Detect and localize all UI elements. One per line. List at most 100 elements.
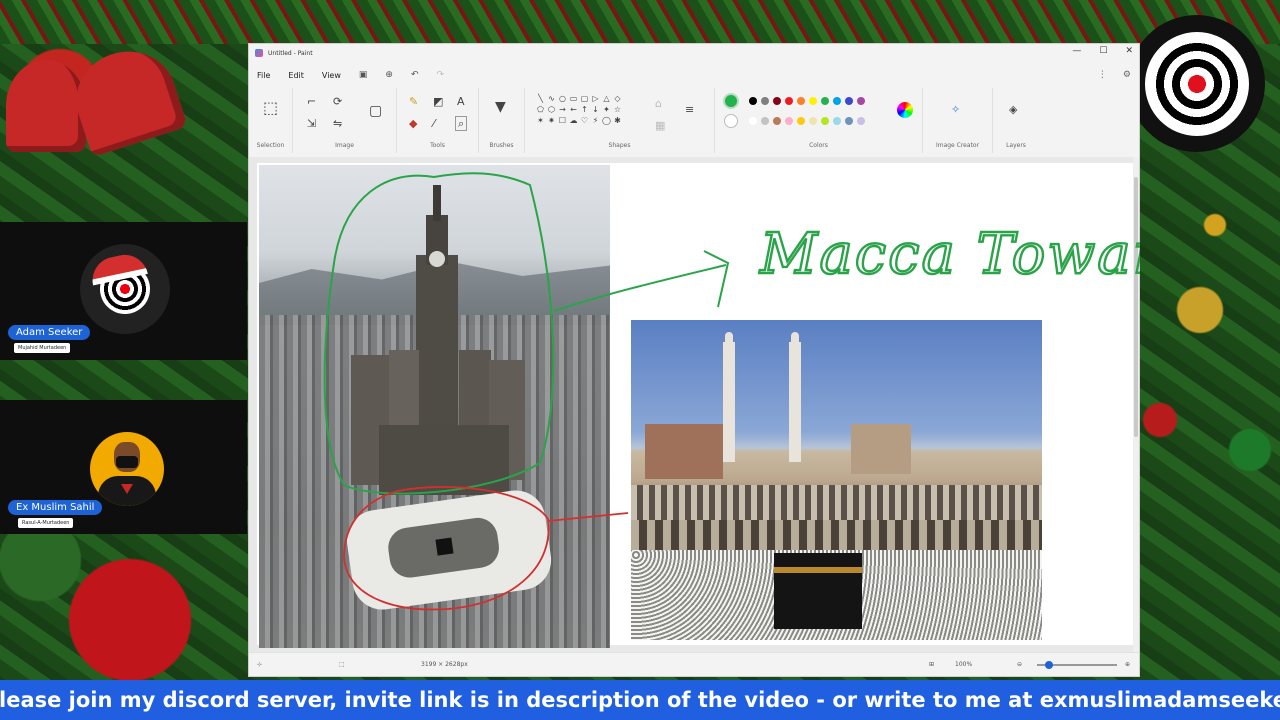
brush-icon[interactable]: ▼ (495, 100, 506, 114)
zoom-out-icon[interactable]: ⊖ (1017, 661, 1022, 668)
zoom-slider[interactable] (1037, 661, 1117, 669)
color-swatch[interactable] (857, 97, 865, 105)
color-swatch[interactable] (797, 97, 805, 105)
crop-icon[interactable]: ⌐ (307, 96, 316, 107)
zoom-level[interactable]: 100% (955, 661, 972, 668)
flip-icon[interactable]: ⇋ (333, 118, 342, 129)
status-bar: ⊹ ⬚ 3199 × 2628px ⊞ 100% ⊖ ⊕ (249, 652, 1139, 676)
canvas-dimensions: 3199 × 2628px (421, 661, 468, 668)
save-icon[interactable]: ▣ (359, 70, 368, 80)
webcam-panel-host: Adam Seeker Mujahid Murtadeen (0, 222, 247, 360)
color-swatch[interactable] (773, 97, 781, 105)
participant-name: Adam Seeker (8, 325, 91, 340)
color-swatch[interactable] (785, 117, 793, 125)
title-bar: Untitled - Paint — ☐ ✕ (249, 44, 1139, 62)
group-selection: ⬚ Selection (249, 88, 293, 153)
group-label: Image Creator (935, 142, 980, 149)
menu-edit[interactable]: Edit (288, 71, 304, 80)
maximize-button[interactable]: ☐ (1099, 46, 1107, 56)
text-tool-icon[interactable]: A (457, 96, 465, 107)
shapes-gallery[interactable]: ╲ ∿ ○ ▭ ▢ ▷ △ ◇ ⬠ ⬡ → ← ↑ ↓ ✦ ☆ ✶ ✷ ☐ ☁ ♡ ⚡ ◯ ✱ (535, 94, 623, 127)
paint-window: Untitled - Paint — ☐ ✕ File Edit View ▣ … (248, 43, 1140, 677)
selection-size-icon: ⬚ (339, 661, 345, 668)
participant-name: Ex Muslim Sahil (8, 500, 103, 515)
color-swatch[interactable] (821, 117, 829, 125)
group-image-creator: ✧ Image Creator (923, 88, 993, 153)
group-label: Tools (430, 142, 445, 149)
layers-icon[interactable]: ◈ (1009, 104, 1017, 115)
selection-rectangle-icon[interactable]: ⬚ (263, 100, 278, 116)
more-options-icon[interactable]: ⋮ (1098, 70, 1107, 80)
pointer-icon: ⊹ (257, 661, 263, 668)
participant-subtitle: Rasul-A-Murtadeen (18, 518, 74, 528)
color-swatch[interactable] (749, 97, 757, 105)
fill-icon[interactable]: ▦ (655, 120, 665, 131)
photo-aerial-clock-tower (259, 165, 610, 648)
window-title: Untitled - Paint (268, 49, 313, 57)
minimize-button[interactable]: — (1072, 46, 1081, 56)
color-swatch[interactable] (809, 117, 817, 125)
eraser-icon[interactable]: ◆ (409, 118, 417, 129)
close-button[interactable]: ✕ (1125, 46, 1133, 56)
color-swatch[interactable] (857, 117, 865, 125)
image-creator-icon[interactable]: ✧ (951, 104, 960, 115)
group-label: Selection (256, 142, 285, 149)
undo-icon[interactable]: ↶ (411, 70, 419, 80)
photo-kaaba-courtyard (631, 320, 1042, 640)
ticker-banner: lease join my discord server, invite lin… (0, 680, 1280, 720)
channel-logo (1128, 15, 1265, 152)
group-image: ⌐ ⇲ ⟳ ⇋ ▢ Image (293, 88, 397, 153)
ticker-text: lease join my discord server, invite lin… (0, 688, 1280, 712)
size-icon[interactable]: ≡ (685, 104, 694, 115)
color-swatch[interactable] (761, 97, 769, 105)
group-label: Image (335, 142, 354, 149)
fill-bucket-icon[interactable]: ◩ (433, 96, 443, 107)
vertical-scrollbar[interactable] (1133, 157, 1139, 652)
color-swatch[interactable] (761, 117, 769, 125)
target-icon (1144, 31, 1249, 136)
color-swatch[interactable] (821, 97, 829, 105)
group-label: Shapes (608, 142, 631, 149)
magnifier-icon[interactable]: ⌕ (455, 116, 468, 131)
group-shapes: ╲ ∿ ○ ▭ ▢ ▷ △ ◇ ⬠ ⬡ → ← ↑ ↓ ✦ ☆ ✶ ✷ ☐ ☁ ♡ ⚡ ◯ ✱ ⌂ ▦ ≡ Shapes (525, 88, 715, 153)
group-colors: Colors (715, 88, 923, 153)
color-picker-icon[interactable]: ⁄ (433, 118, 435, 129)
pencil-icon[interactable]: ✎ (409, 96, 418, 107)
ribbon-toolbar: ⬚ Selection ⌐ ⇲ ⟳ ⇋ ▢ Image ✎ ◩ A ◆ ⁄ ⌕ … (249, 88, 1139, 153)
group-label: Brushes (489, 142, 514, 149)
share-icon[interactable]: ⊕ (385, 70, 393, 80)
color-swatch[interactable] (809, 97, 817, 105)
color-swatch[interactable] (797, 117, 805, 125)
garland-top (0, 0, 1280, 44)
image-select-icon[interactable]: ▢ (369, 104, 382, 118)
avatar (90, 432, 164, 506)
group-label: Layers (1006, 142, 1026, 149)
bell-ornament-left (6, 60, 86, 152)
menu-file[interactable]: File (257, 71, 270, 80)
group-layers: ◈ Layers (993, 88, 1039, 153)
fit-to-window-icon[interactable]: ⊞ (929, 661, 934, 668)
color-swatch[interactable] (833, 117, 841, 125)
kaaba (774, 553, 862, 629)
group-tools: ✎ ◩ A ◆ ⁄ ⌕ Tools (397, 88, 479, 153)
color-swatch[interactable] (749, 117, 757, 125)
zoom-in-icon[interactable]: ⊕ (1125, 661, 1130, 668)
secondary-color-swatch[interactable] (724, 114, 738, 128)
primary-color-swatch[interactable] (723, 93, 739, 109)
paint-app-icon (255, 49, 263, 57)
redo-icon[interactable]: ↷ (436, 70, 444, 80)
settings-gear-icon[interactable]: ⚙ (1123, 70, 1131, 80)
color-swatch[interactable] (773, 117, 781, 125)
menu-bar: File Edit View ▣ ⊕ ↶ ↷ ⋮ ⚙ (249, 64, 1139, 86)
outline-icon[interactable]: ⌂ (655, 98, 662, 109)
color-swatch[interactable] (845, 97, 853, 105)
rotate-icon[interactable]: ⟳ (333, 96, 342, 107)
color-swatch[interactable] (845, 117, 853, 125)
resize-icon[interactable]: ⇲ (307, 118, 316, 129)
color-swatch[interactable] (785, 97, 793, 105)
edit-colors-icon[interactable] (897, 102, 913, 118)
menu-view[interactable]: View (322, 71, 341, 80)
group-label: Colors (809, 142, 828, 149)
color-swatch[interactable] (833, 97, 841, 105)
webcam-panel-guest: Ex Muslim Sahil Rasul-A-Murtadeen (0, 400, 247, 534)
